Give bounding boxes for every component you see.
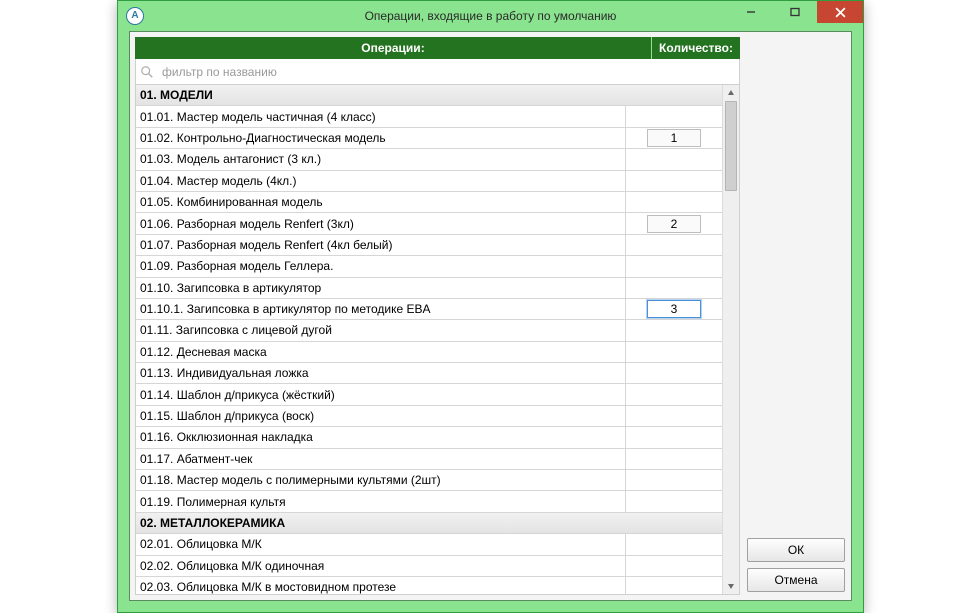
cancel-button[interactable]: Отмена [747, 568, 845, 592]
table-row[interactable]: 01.16. Окклюзионная накладка [136, 427, 722, 448]
window-controls [729, 1, 863, 23]
quantity-cell[interactable] [626, 192, 722, 212]
table-row[interactable]: 01.12. Десневая маска [136, 342, 722, 363]
quantity-cell[interactable] [626, 278, 722, 298]
operation-cell: 01. МОДЕЛИ [136, 85, 626, 105]
maximize-button[interactable] [773, 1, 817, 23]
grid-header: Операции: Количество: [135, 37, 740, 59]
scroll-down-button[interactable] [723, 578, 739, 594]
group-row[interactable]: 01. МОДЕЛИ [136, 85, 722, 106]
quantity-cell[interactable] [626, 384, 722, 404]
operation-cell: 01.03. Модель антагонист (3 кл.) [136, 149, 626, 169]
operation-cell: 01.06. Разборная модель Renfert (3кл) [136, 213, 626, 233]
quantity-cell[interactable] [626, 256, 722, 276]
operation-cell: 01.19. Полимерная культя [136, 491, 626, 511]
table-row[interactable]: 01.03. Модель антагонист (3 кл.) [136, 149, 722, 170]
scroll-thumb[interactable] [725, 101, 737, 191]
operation-cell: 01.04. Мастер модель (4кл.) [136, 171, 626, 191]
quantity-cell[interactable]: 1 [626, 128, 722, 148]
operation-cell: 01.11. Загипсовка с лицевой дугой [136, 320, 626, 340]
operation-cell: 01.02. Контрольно-Диагностическая модель [136, 128, 626, 148]
operation-cell: 01.07. Разборная модель Renfert (4кл бел… [136, 235, 626, 255]
dialog-window: A Операции, входящие в работу по умолчан… [117, 0, 864, 613]
filter-input[interactable] [160, 64, 735, 80]
table-row[interactable]: 01.14. Шаблон д/прикуса (жёсткий) [136, 384, 722, 405]
operations-grid: Операции: Количество: 01. МОДЕЛИ01.01. М… [135, 37, 740, 595]
operation-cell: 01.09. Разборная модель Геллера. [136, 256, 626, 276]
quantity-input[interactable]: 1 [647, 129, 701, 147]
quantity-cell[interactable] [626, 577, 722, 594]
titlebar[interactable]: A Операции, входящие в работу по умолчан… [118, 1, 863, 30]
quantity-cell[interactable] [626, 171, 722, 191]
operation-cell: 01.16. Окклюзионная накладка [136, 427, 626, 447]
quantity-cell[interactable] [626, 106, 722, 126]
rows-viewport[interactable]: 01. МОДЕЛИ01.01. Мастер модель частичная… [136, 85, 722, 594]
operation-cell: 02.02. Облицовка М/К одиночная [136, 556, 626, 576]
quantity-cell[interactable] [626, 491, 722, 511]
quantity-input[interactable]: 3 [647, 300, 701, 318]
operation-cell: 02.01. Облицовка М/К [136, 534, 626, 554]
quantity-cell[interactable] [626, 363, 722, 383]
operation-cell: 01.10. Загипсовка в артикулятор [136, 278, 626, 298]
quantity-cell[interactable] [626, 406, 722, 426]
table-row[interactable]: 02.03. Облицовка М/К в мостовидном проте… [136, 577, 722, 594]
quantity-cell[interactable] [626, 235, 722, 255]
quantity-cell[interactable] [626, 534, 722, 554]
table-row[interactable]: 01.18. Мастер модель с полимерными культ… [136, 470, 722, 491]
quantity-cell[interactable] [626, 320, 722, 340]
table-row[interactable]: 01.07. Разборная модель Renfert (4кл бел… [136, 235, 722, 256]
column-header-operations[interactable]: Операции: [135, 37, 652, 59]
operation-cell: 01.17. Абатмент-чек [136, 449, 626, 469]
group-row[interactable]: 02. МЕТАЛЛОКЕРАМИКА [136, 513, 722, 534]
table-row[interactable]: 01.06. Разборная модель Renfert (3кл) 2 [136, 213, 722, 234]
table-row[interactable]: 01.04. Мастер модель (4кл.) [136, 171, 722, 192]
operation-cell: 02. МЕТАЛЛОКЕРАМИКА [136, 513, 626, 533]
table-row[interactable]: 02.01. Облицовка М/К [136, 534, 722, 555]
table-row[interactable]: 02.02. Облицовка М/К одиночная [136, 556, 722, 577]
table-row[interactable]: 01.10.1. Загипсовка в артикулятор по мет… [136, 299, 722, 320]
close-button[interactable] [817, 1, 863, 23]
operation-cell: 02.03. Облицовка М/К в мостовидном проте… [136, 577, 626, 594]
operation-cell: 01.12. Десневая маска [136, 342, 626, 362]
operation-cell: 01.14. Шаблон д/прикуса (жёсткий) [136, 384, 626, 404]
quantity-cell[interactable]: 2 [626, 213, 722, 233]
ok-button[interactable]: ОК [747, 538, 845, 562]
table-row[interactable]: 01.09. Разборная модель Геллера. [136, 256, 722, 277]
scroll-track[interactable] [725, 101, 737, 578]
table-row[interactable]: 01.15. Шаблон д/прикуса (воск) [136, 406, 722, 427]
quantity-cell[interactable]: 3 [626, 299, 722, 319]
table-row[interactable]: 01.19. Полимерная культя [136, 491, 722, 512]
table-row[interactable]: 01.13. Индивидуальная ложка [136, 363, 722, 384]
grid-body: 01. МОДЕЛИ01.01. Мастер модель частичная… [135, 85, 740, 595]
dialog-buttons: ОК Отмена [747, 538, 845, 592]
operation-cell: 01.01. Мастер модель частичная (4 класс) [136, 106, 626, 126]
table-row[interactable]: 01.05. Комбинированная модель [136, 192, 722, 213]
client-area: Операции: Количество: 01. МОДЕЛИ01.01. М… [129, 31, 852, 601]
operation-cell: 01.18. Мастер модель с полимерными культ… [136, 470, 626, 490]
column-header-quantity[interactable]: Количество: [652, 37, 740, 59]
quantity-cell[interactable] [626, 556, 722, 576]
minimize-button[interactable] [729, 1, 773, 23]
table-row[interactable]: 01.17. Абатмент-чек [136, 449, 722, 470]
quantity-cell[interactable] [626, 427, 722, 447]
table-row[interactable]: 01.02. Контрольно-Диагностическая модель… [136, 128, 722, 149]
app-icon: A [126, 7, 144, 25]
quantity-input[interactable]: 2 [647, 215, 701, 233]
operation-cell: 01.13. Индивидуальная ложка [136, 363, 626, 383]
operation-cell: 01.15. Шаблон д/прикуса (воск) [136, 406, 626, 426]
vertical-scrollbar[interactable] [722, 85, 739, 594]
filter-row [135, 59, 740, 85]
quantity-cell[interactable] [626, 449, 722, 469]
scroll-up-button[interactable] [723, 85, 739, 101]
table-row[interactable]: 01.11. Загипсовка с лицевой дугой [136, 320, 722, 341]
table-row[interactable]: 01.10. Загипсовка в артикулятор [136, 278, 722, 299]
operation-cell: 01.10.1. Загипсовка в артикулятор по мет… [136, 299, 626, 319]
quantity-cell[interactable] [626, 149, 722, 169]
table-row[interactable]: 01.01. Мастер модель частичная (4 класс) [136, 106, 722, 127]
search-icon [140, 65, 154, 79]
quantity-cell[interactable] [626, 342, 722, 362]
quantity-cell[interactable] [626, 470, 722, 490]
operation-cell: 01.05. Комбинированная модель [136, 192, 626, 212]
